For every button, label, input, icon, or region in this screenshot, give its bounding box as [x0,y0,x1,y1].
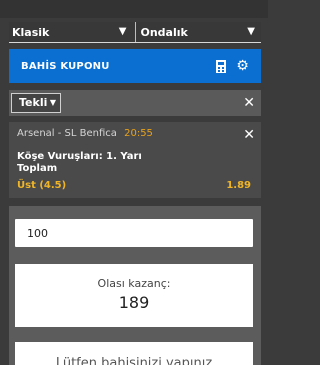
caret-down-icon: ▼ [49,98,56,107]
stake-input[interactable] [15,219,253,247]
odds-format-select-label: Ondalık [140,25,188,39]
place-bet-message: Lütfen bahisinizi yapınız [55,356,213,365]
gear-icon[interactable]: ⚙ [236,58,249,74]
coupon-header: BAHİS KUPONU ⚙ [9,49,261,83]
odds-format-select[interactable]: Ondalık ▼ [134,22,262,42]
calculator-icon[interactable] [216,60,226,73]
potential-winnings-label: Olası kazanç: [97,277,171,290]
bet-type-label: Tekli [19,96,48,109]
bet-type-select[interactable]: Tekli ▼ [11,93,61,113]
coupon-title: BAHİS KUPONU [21,60,110,72]
selection-name: Üst (4.5) [17,180,67,191]
chevron-down-icon: ▼ [247,26,255,37]
bet-card: Arsenal - SL Benfica 20:55 ✕ Köşe Vuruşl… [9,122,261,198]
place-bet-message-box: Lütfen bahisinizi yapınız [15,342,253,365]
selection-odds: 1.89 [226,180,251,191]
format-select[interactable]: Klasik ▼ [9,22,133,42]
select-underline [9,42,261,43]
chevron-down-icon: ▼ [118,26,127,37]
format-selects: Klasik ▼ Ondalık ▼ [9,22,261,42]
market-name: Köşe Vuruşları: 1. Yarı Toplam [17,151,142,174]
top-bar [0,0,268,18]
potential-winnings-box: Olası kazanç: 189 [15,264,253,327]
format-select-label: Klasik [12,25,50,39]
match-name: Arsenal - SL Benfica [17,128,117,139]
match-time: 20:55 [124,128,153,139]
potential-winnings-value: 189 [118,293,150,312]
match-line: Arsenal - SL Benfica 20:55 [17,128,153,139]
clear-all-close-icon[interactable]: ✕ [243,96,255,110]
bet-type-row: Tekli ▼ ✕ [9,90,261,116]
remove-bet-close-icon[interactable]: ✕ [243,128,255,142]
